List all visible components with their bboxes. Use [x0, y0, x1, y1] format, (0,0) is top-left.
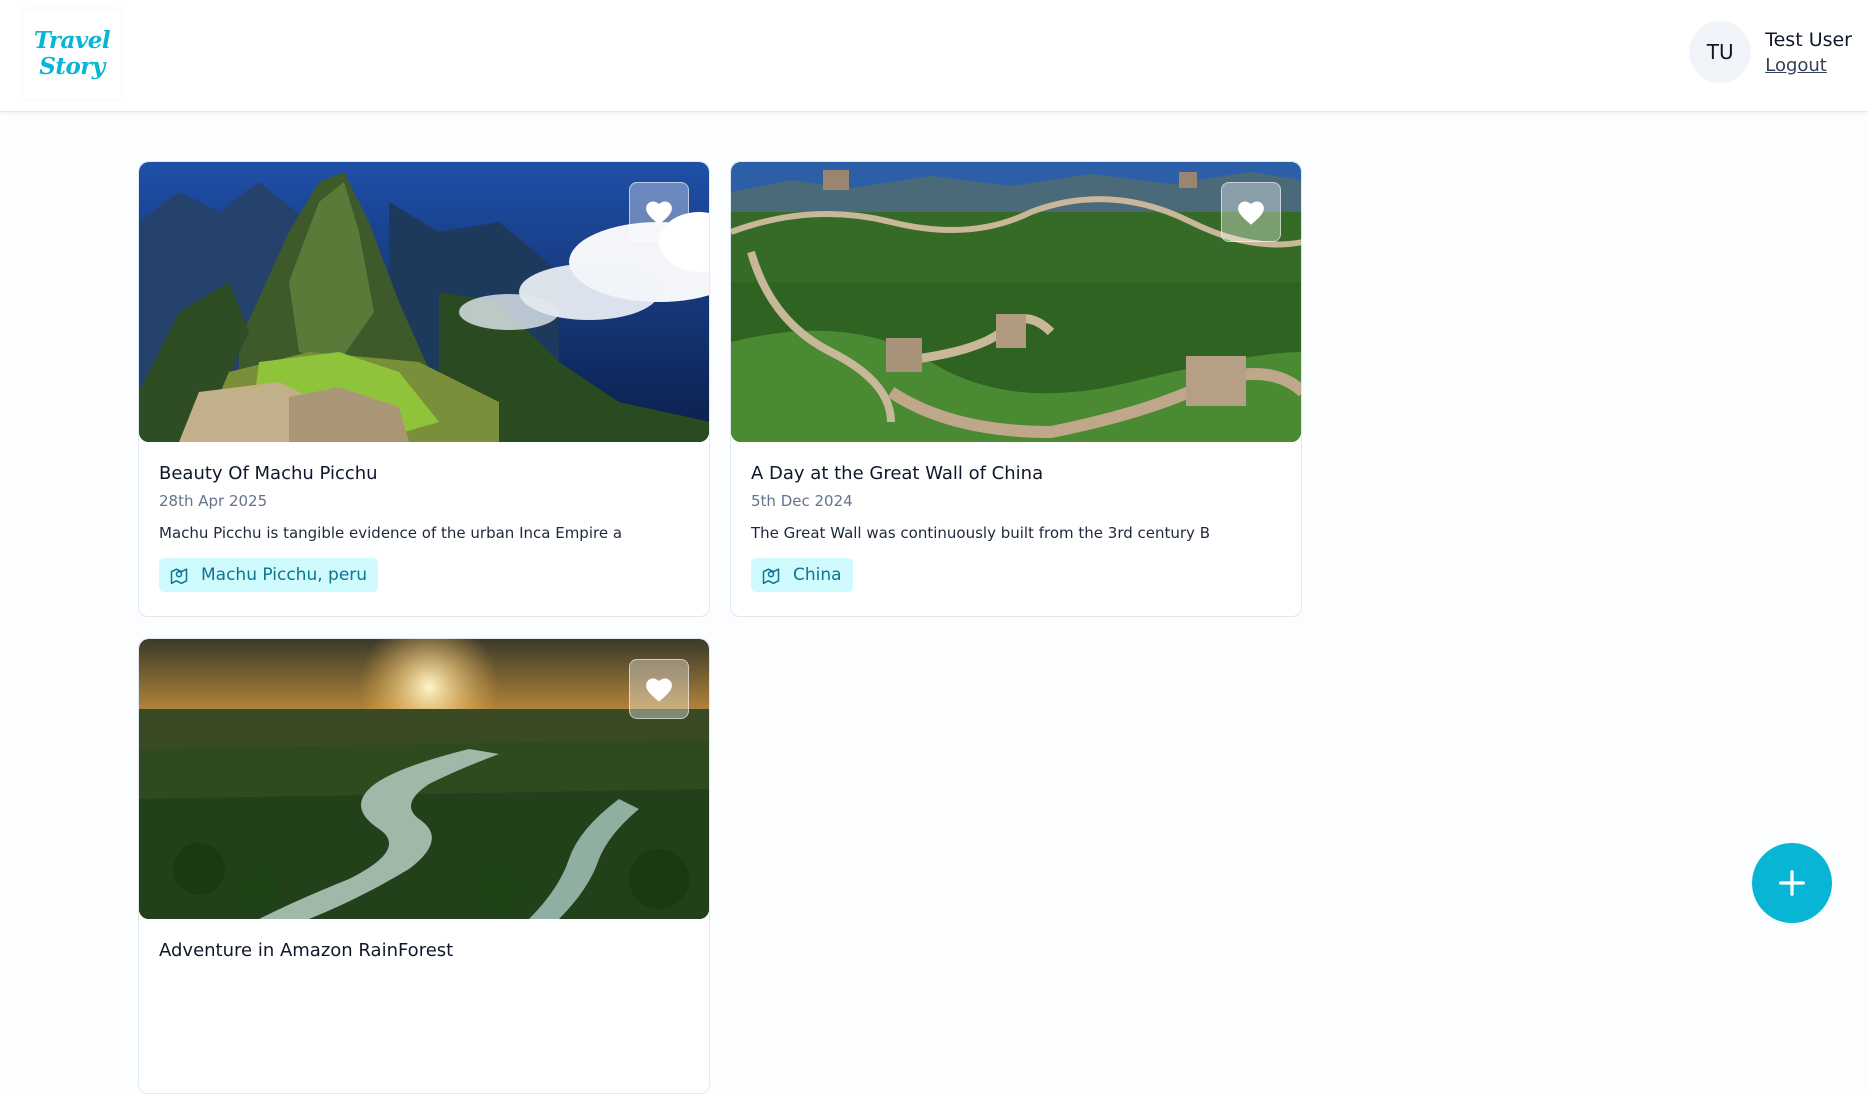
- story-image[interactable]: [139, 639, 709, 919]
- add-story-button[interactable]: [1752, 843, 1832, 923]
- location-label: Machu Picchu, peru: [201, 565, 368, 585]
- map-pin-icon: [762, 568, 780, 585]
- logo-line-1: Travel: [33, 27, 111, 54]
- story-title: A Day at the Great Wall of China: [751, 463, 1044, 484]
- map-pin-icon: [170, 568, 188, 585]
- location-badge: Machu Picchu, peru: [159, 558, 379, 592]
- heart-icon: [1238, 200, 1264, 225]
- story-title: Adventure in Amazon RainForest: [159, 940, 454, 961]
- navbar: Travel Story TU Test User Logout: [0, 0, 1868, 112]
- location-label: China: [793, 565, 842, 585]
- story-description: Machu Picchu is tangible evidence of the…: [159, 524, 623, 542]
- story-card[interactable]: Beauty Of Machu Picchu 28th Apr 2025 Mac…: [138, 161, 710, 617]
- story-image-graphic: [731, 162, 1301, 442]
- logout-button[interactable]: Logout: [1765, 55, 1852, 76]
- story-card-body: Adventure in Amazon RainForest: [139, 919, 709, 963]
- avatar: TU: [1689, 21, 1752, 83]
- profile-text: Test User Logout: [1765, 29, 1852, 76]
- story-image[interactable]: [731, 162, 1301, 442]
- plus-icon: [1779, 870, 1805, 896]
- story-card-body: A Day at the Great Wall of China 5th Dec…: [731, 442, 1301, 592]
- story-card[interactable]: A Day at the Great Wall of China 5th Dec…: [730, 161, 1302, 617]
- story-image-graphic: [139, 639, 709, 919]
- story-card-body: Beauty Of Machu Picchu 28th Apr 2025 Mac…: [139, 442, 709, 592]
- favorite-button[interactable]: [629, 182, 689, 242]
- profile-info: TU Test User Logout: [1689, 20, 1852, 84]
- favorite-button[interactable]: [629, 659, 689, 719]
- user-name: Test User: [1765, 28, 1852, 51]
- story-title: Beauty Of Machu Picchu: [159, 463, 378, 484]
- story-description: The Great Wall was continuously built fr…: [751, 524, 1210, 542]
- favorite-button[interactable]: [1221, 182, 1281, 242]
- heart-icon: [646, 200, 672, 225]
- story-date: 5th Dec 2024: [751, 492, 853, 510]
- story-date: 28th Apr 2025: [159, 492, 268, 510]
- story-card[interactable]: Adventure in Amazon RainForest: [138, 638, 710, 1094]
- location-badge: China: [751, 558, 853, 592]
- story-image-graphic: [139, 162, 709, 442]
- heart-icon: [646, 677, 672, 702]
- logo[interactable]: Travel Story: [24, 10, 120, 98]
- story-image[interactable]: [139, 162, 709, 442]
- logo-line-2: Story: [39, 53, 105, 80]
